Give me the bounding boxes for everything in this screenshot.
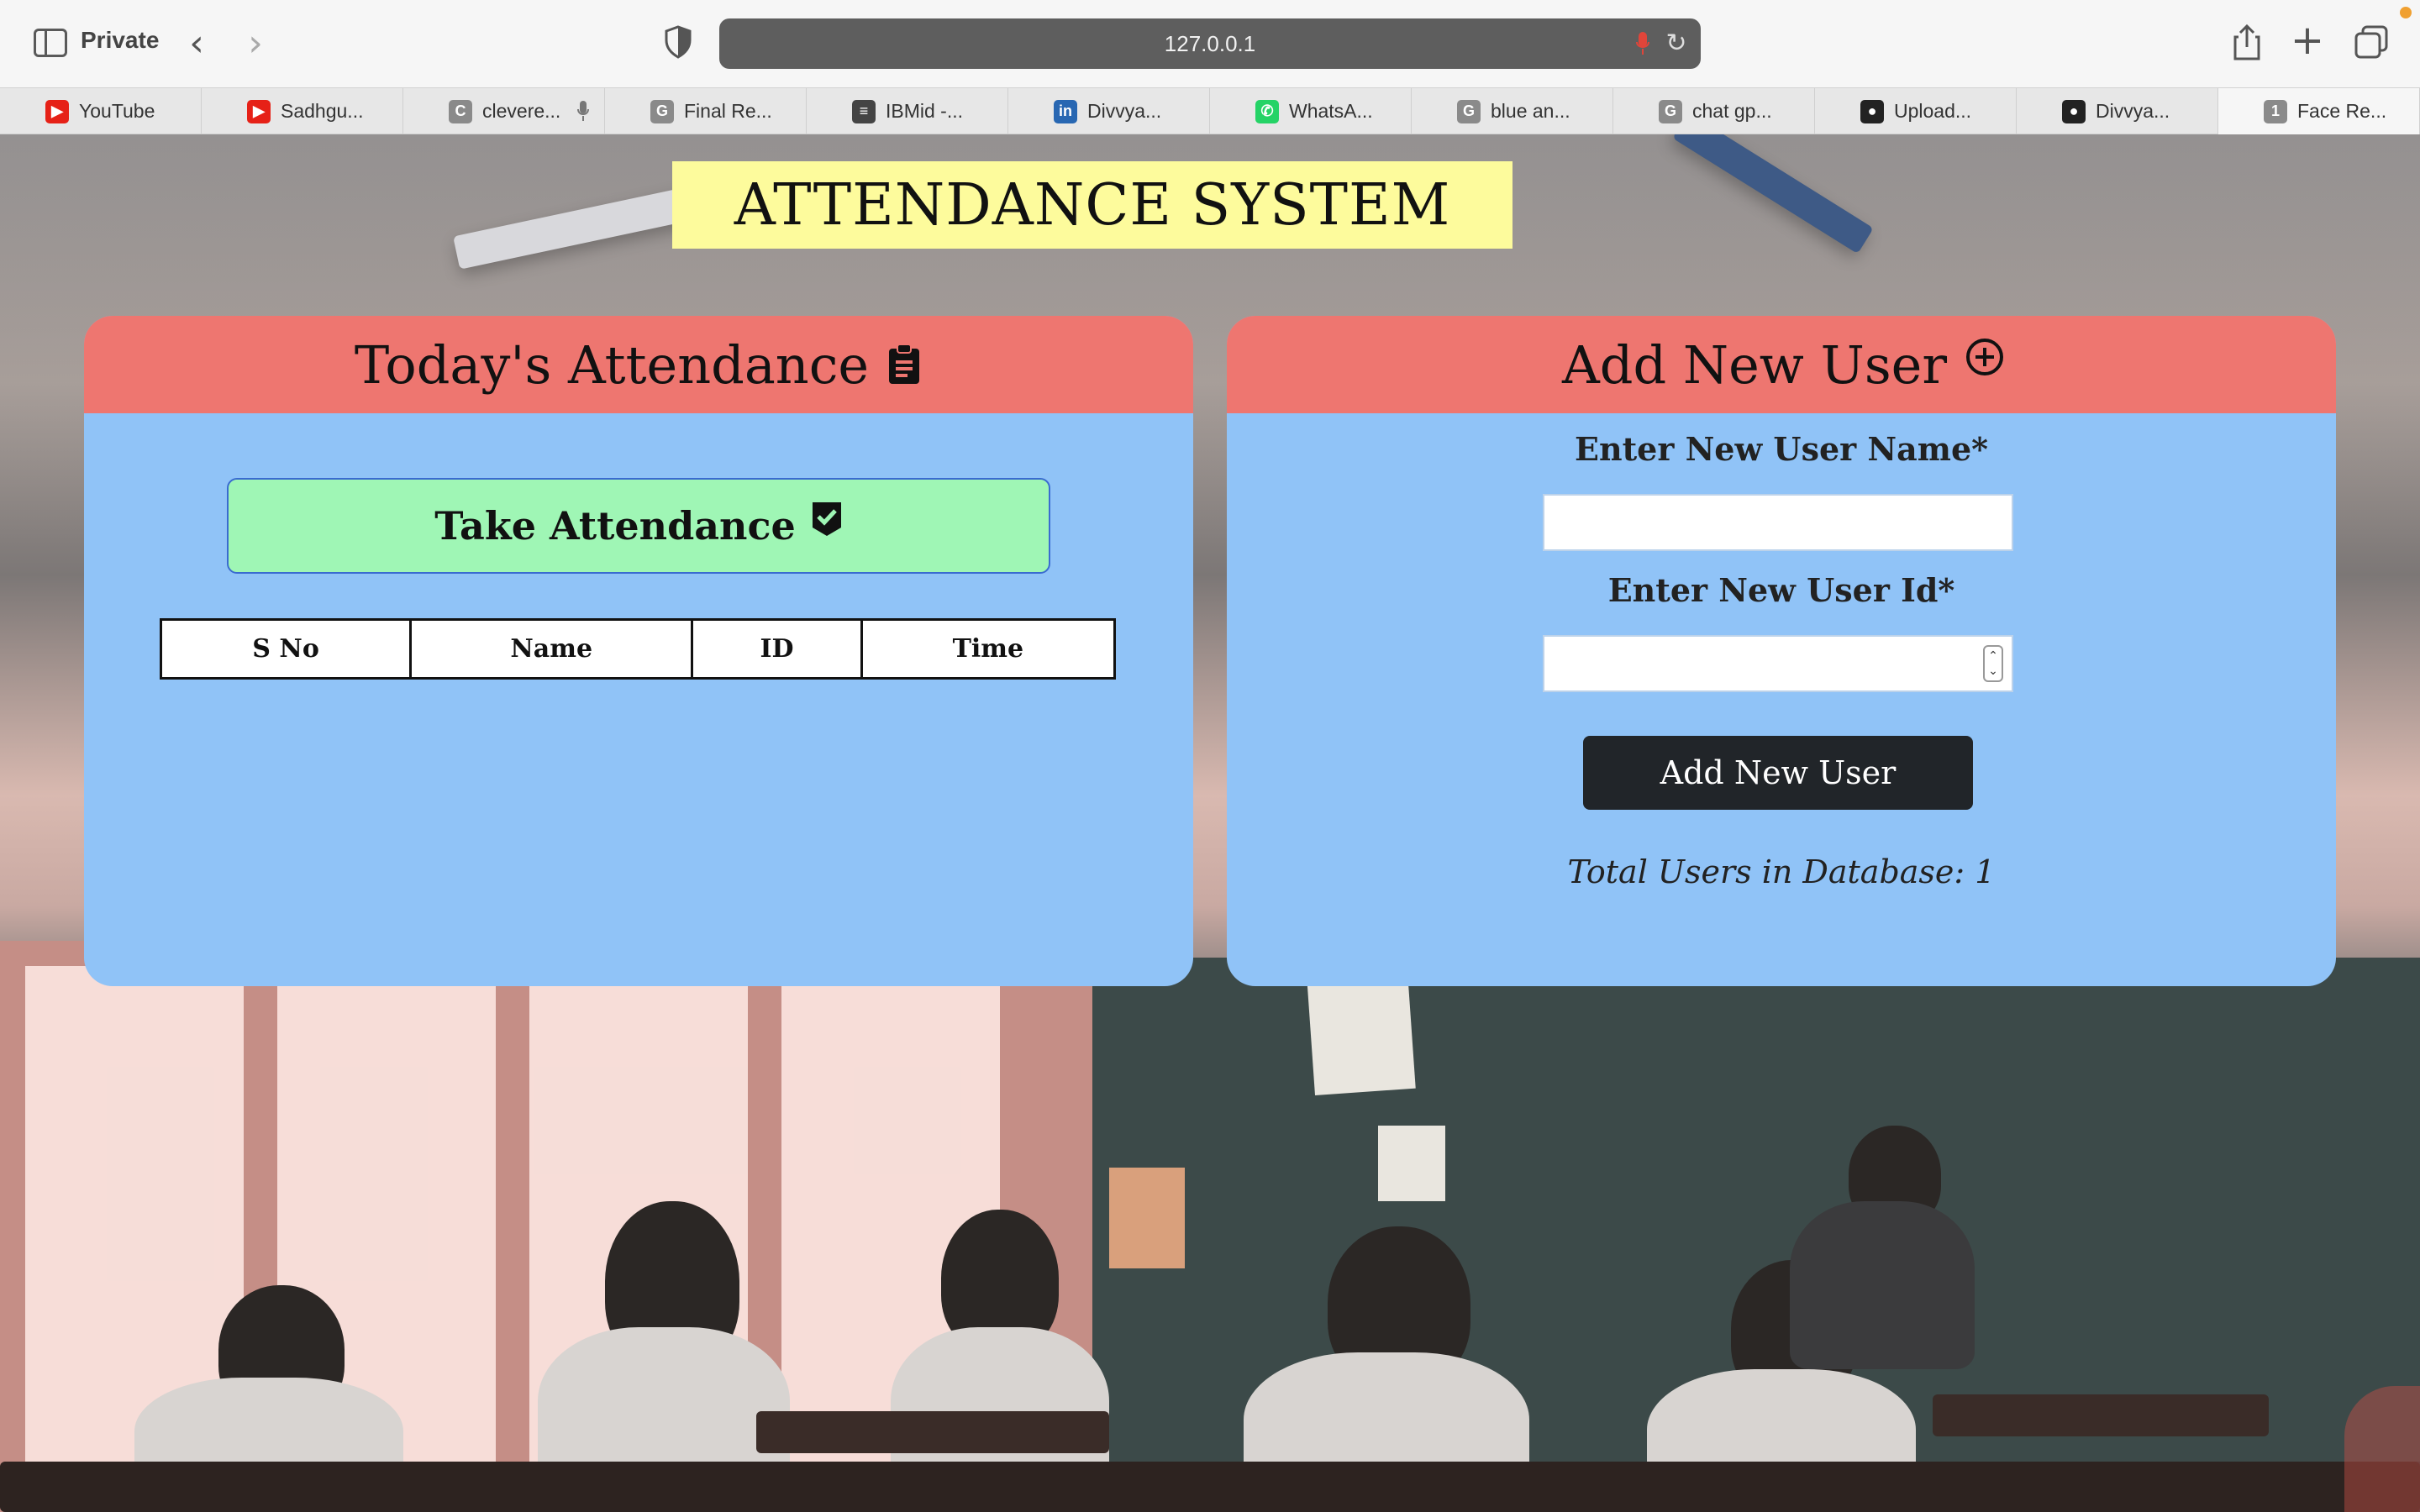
browser-tab-label: IBMid -... xyxy=(886,100,964,122)
letter-g-icon: G xyxy=(1659,99,1682,123)
letter-c-icon: C xyxy=(449,99,472,123)
clipboard-icon xyxy=(886,344,923,386)
browser-tab-label: clevere... xyxy=(482,100,561,122)
column-header-id: ID xyxy=(691,618,863,680)
youtube-icon: ▶ xyxy=(247,99,271,123)
column-header-name: Name xyxy=(409,618,694,680)
github-icon: ● xyxy=(1860,99,1884,123)
browser-tab-label: Divvya... xyxy=(2096,100,2170,122)
browser-tab-label: Sadhgu... xyxy=(281,100,364,122)
microphone-icon[interactable] xyxy=(1635,30,1650,57)
browser-tab-label: Final Re... xyxy=(684,100,772,122)
whatsapp-icon: ✆ xyxy=(1255,99,1279,123)
browser-tab[interactable]: Gblue an... xyxy=(1412,88,1613,134)
browser-tab-label: Upload... xyxy=(1894,100,1972,122)
check-badge-icon xyxy=(811,501,843,538)
add-new-user-card: Add New User Enter New User Name* Enter … xyxy=(1227,316,2336,986)
browser-tab[interactable]: 1 Face Re... xyxy=(2218,88,2420,134)
notification-dot xyxy=(2400,7,2412,18)
youtube-icon: ▶ xyxy=(45,99,69,123)
browser-tab[interactable]: Gchat gp... xyxy=(1613,88,1815,134)
add-new-user-button[interactable]: Add New User xyxy=(1583,736,1973,810)
ibm-icon: ≡ xyxy=(852,99,876,123)
address-bar[interactable]: 127.0.0.1 ↻ xyxy=(719,18,1701,69)
tab-overview-icon[interactable] xyxy=(2354,25,2388,59)
browser-tab[interactable]: in Divvya... xyxy=(1008,88,1210,134)
browser-tab[interactable]: ▶ Sadhgu... xyxy=(202,88,403,134)
page-title-box: ATTENDANCE SYSTEM xyxy=(672,161,1512,249)
letter-g-icon: G xyxy=(650,99,674,123)
browser-tab[interactable]: ▶ YouTube xyxy=(0,88,202,134)
browser-tab[interactable]: ● Upload... xyxy=(1815,88,2017,134)
new-user-name-input[interactable] xyxy=(1543,494,2013,551)
letter-g-icon: G xyxy=(1457,99,1481,123)
attendance-card-title: Today's Attendance xyxy=(354,333,870,396)
browser-toolbar: Private ‹ › 127.0.0.1 ↻ + xyxy=(0,0,2420,87)
id-stepper-icon[interactable]: ⌃ ⌄ xyxy=(1983,645,2003,682)
new-user-id-label: Enter New User Id* xyxy=(1607,571,1955,609)
number-1-icon: 1 xyxy=(2264,99,2287,123)
column-header-sno: S No xyxy=(159,618,413,680)
attendance-table: S No Name ID Time xyxy=(159,618,1117,680)
browser-tab-label: Face Re... xyxy=(2297,100,2387,122)
private-mode-label: Private xyxy=(81,27,160,53)
add-user-card-title: Add New User xyxy=(1562,333,1947,396)
github-icon: ● xyxy=(2062,99,2086,123)
attendance-card-header: Today's Attendance xyxy=(84,316,1193,413)
tab-microphone-icon xyxy=(577,100,589,122)
browser-tab-label: WhatsA... xyxy=(1289,100,1373,122)
total-users-text: Total Users in Database: 1 xyxy=(1567,853,1996,890)
new-user-id-field: ⌃ ⌄ xyxy=(1543,635,2013,692)
url-text: 127.0.0.1 xyxy=(1164,30,1256,56)
tab-bar: ▶ YouTube ▶ Sadhgu... Cclevere... G Final Re..… xyxy=(0,87,2420,134)
browser-tab[interactable]: ● Divvya... xyxy=(2017,88,2218,134)
add-circle-icon xyxy=(1964,336,2003,378)
share-icon[interactable] xyxy=(2230,24,2264,60)
linkedin-icon: in xyxy=(1054,99,1077,123)
corner-badge xyxy=(2344,1386,2420,1512)
browser-tab[interactable]: Cclevere... xyxy=(403,88,605,134)
add-user-card-header: Add New User xyxy=(1227,316,2336,413)
browser-tab[interactable]: ✆ WhatsA... xyxy=(1210,88,1412,134)
privacy-shield-icon[interactable] xyxy=(664,25,692,59)
page-title: ATTENDANCE SYSTEM xyxy=(734,171,1451,239)
reload-icon[interactable]: ↻ xyxy=(1662,29,1691,58)
page-viewport: ATTENDANCE SYSTEM Today's Attendance Tak… xyxy=(0,134,2420,1512)
column-header-time: Time xyxy=(860,618,1117,680)
take-attendance-label: Take Attendance xyxy=(434,503,796,549)
browser-tab-label: Divvya... xyxy=(1087,100,1162,122)
forward-arrow-icon[interactable]: › xyxy=(239,22,272,65)
attendance-table-header-row: S No Name ID Time xyxy=(159,618,1117,680)
todays-attendance-card: Today's Attendance Take Attendance S No … xyxy=(84,316,1193,986)
new-user-name-label: Enter New User Name* xyxy=(1575,430,1988,468)
browser-tab-label: YouTube xyxy=(79,100,155,122)
new-user-id-input[interactable] xyxy=(1543,635,2013,692)
take-attendance-button[interactable]: Take Attendance xyxy=(227,478,1050,574)
sidebar-toggle-icon[interactable] xyxy=(34,29,67,57)
browser-tab[interactable]: ≡ IBMid -... xyxy=(807,88,1008,134)
new-tab-icon[interactable]: + xyxy=(2291,17,2324,64)
browser-tab-label: chat gp... xyxy=(1692,100,1772,122)
browser-tab[interactable]: G Final Re... xyxy=(605,88,807,134)
browser-tab-label: blue an... xyxy=(1491,100,1570,122)
back-arrow-icon[interactable]: ‹ xyxy=(180,22,213,65)
